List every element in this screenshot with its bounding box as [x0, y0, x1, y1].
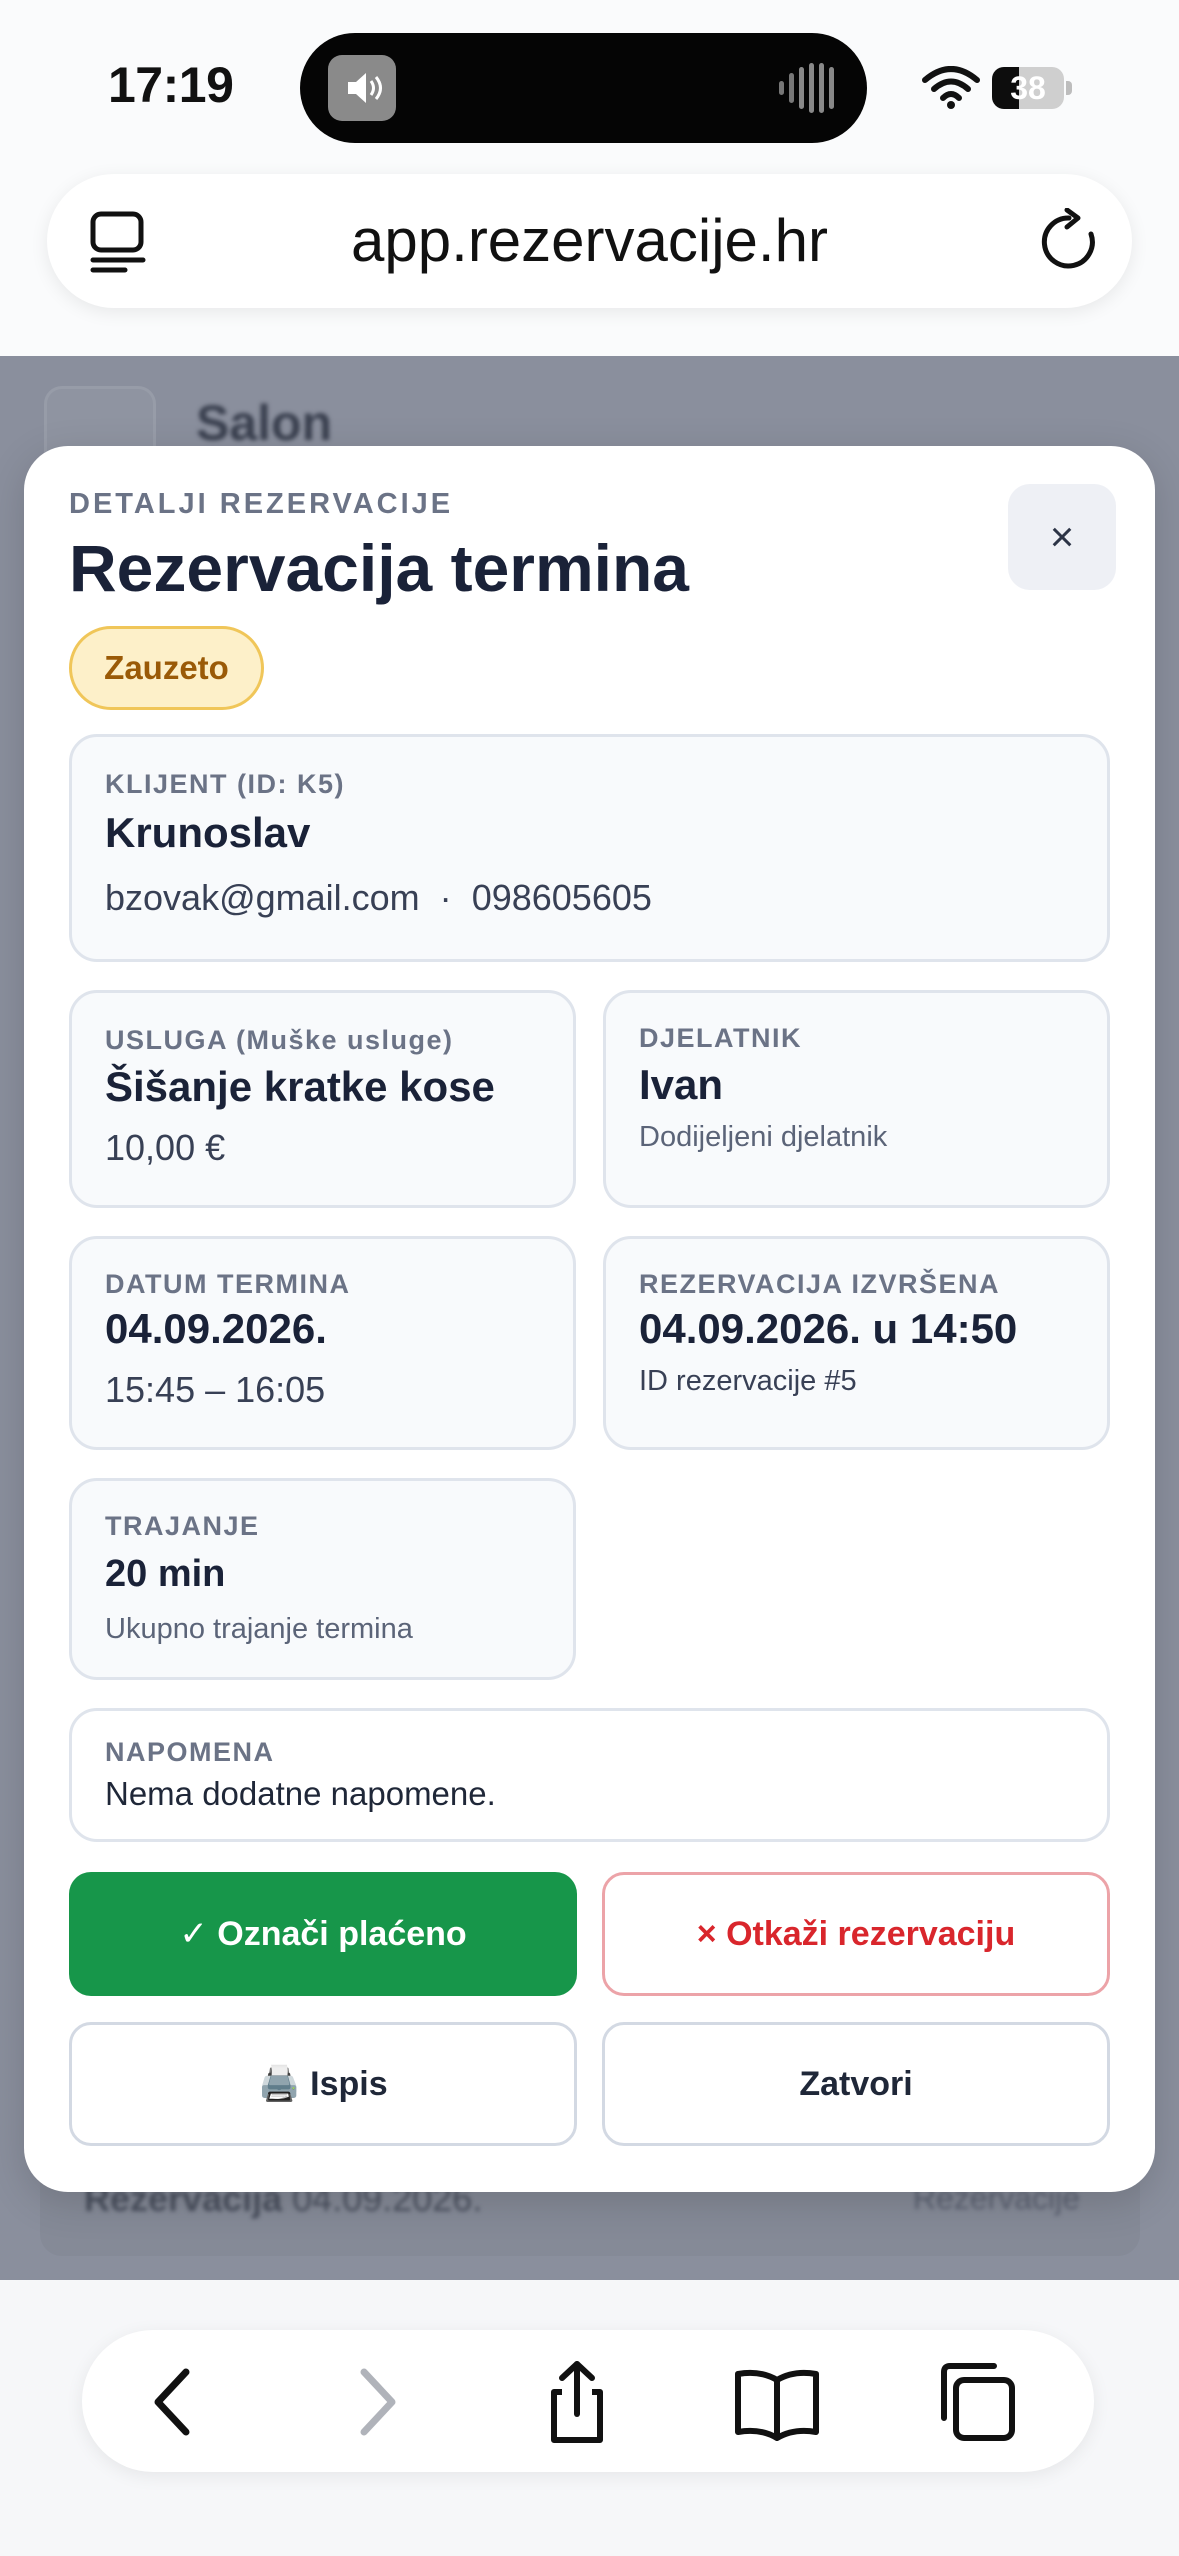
dynamic-island: [300, 33, 867, 143]
client-label: KLIJENT (ID: K5): [105, 769, 345, 799]
duration-label: TRAJANJE: [105, 1511, 260, 1541]
note-text: Nema dodatne napomene.: [105, 1775, 496, 1812]
client-card: KLIJENT (ID: K5) Krunoslav bzovak@gmail.…: [69, 734, 1110, 962]
service-price: 10,00 €: [105, 1127, 226, 1168]
client-email[interactable]: bzovak@gmail.com: [105, 877, 420, 918]
back-icon[interactable]: [130, 2360, 220, 2444]
mark-paid-button[interactable]: ✓ Označi plaćeno: [69, 1872, 577, 1996]
client-contact: bzovak@gmail.com · 098605605: [105, 877, 652, 919]
cancel-booking-button[interactable]: × Otkaži rezervaciju: [602, 1872, 1110, 1996]
appointment-date: 04.09.2026.: [105, 1305, 327, 1352]
duration-value: 20 min: [105, 1553, 226, 1595]
appointment-date-card: DATUM TERMINA 04.09.2026. 15:45 – 16:05: [69, 1236, 576, 1450]
booked-datetime: 04.09.2026. u 14:50: [639, 1305, 1018, 1352]
status-time: 17:19: [108, 57, 234, 113]
worker-name: Ivan: [639, 1061, 724, 1108]
browser-address-area: app.rezervacije.hr: [0, 170, 1179, 356]
worker-card: DJELATNIK Ivan Dodijeljeni djelatnik: [603, 990, 1110, 1208]
status-bar: 17:19 38: [0, 0, 1179, 170]
browser-toolbar: [0, 2280, 1179, 2556]
service-card: USLUGA (Muške usluge) Šišanje kratke kos…: [69, 990, 576, 1208]
toolbar-pill: [82, 2330, 1094, 2472]
reload-icon[interactable]: [1036, 207, 1102, 274]
booking-created-card: REZERVACIJA IZVRŠENA 04.09.2026. u 14:50…: [603, 1236, 1110, 1450]
tabs-icon[interactable]: [932, 2360, 1022, 2444]
service-label: USLUGA (Muške usluge): [105, 1025, 454, 1055]
modal-title: Rezervacija termina: [69, 531, 690, 605]
bookmarks-icon[interactable]: [732, 2360, 822, 2444]
forward-icon[interactable]: [330, 2360, 420, 2444]
booking-id: ID rezervacije #5: [639, 1365, 857, 1397]
note-label: NAPOMENA: [105, 1737, 275, 1767]
booking-details-modal: DETALJI REZERVACIJE Rezervacija termina …: [24, 446, 1155, 2192]
status-badge: Zauzeto: [69, 626, 264, 710]
date-label: DATUM TERMINA: [105, 1269, 351, 1299]
duration-card: TRAJANJE 20 min Ukupno trajanje termina: [69, 1478, 576, 1680]
background-page-title: Salon: [196, 395, 333, 451]
client-phone[interactable]: 098605605: [472, 877, 652, 918]
worker-note: Dodijeljeni djelatnik: [639, 1121, 888, 1153]
address-bar[interactable]: app.rezervacije.hr: [47, 174, 1132, 308]
wifi-icon: [922, 66, 980, 110]
battery-percent: 38: [1010, 70, 1046, 106]
appointment-time-range: 15:45 – 16:05: [105, 1369, 326, 1410]
speaker-icon: [328, 55, 396, 121]
duration-note: Ukupno trajanje termina: [105, 1613, 413, 1645]
service-name: Šišanje kratke kose: [105, 1063, 495, 1110]
contact-separator: ·: [439, 877, 452, 918]
close-icon[interactable]: ×: [1008, 484, 1116, 590]
modal-eyebrow: DETALJI REZERVACIJE: [69, 488, 454, 520]
worker-label: DJELATNIK: [639, 1023, 803, 1053]
share-icon[interactable]: [532, 2360, 622, 2444]
print-button[interactable]: 🖨️ Ispis: [69, 2022, 577, 2146]
close-button[interactable]: Zatvori: [602, 2022, 1110, 2146]
url-text[interactable]: app.rezervacije.hr: [47, 174, 1132, 308]
audio-bars-icon: [775, 55, 841, 121]
booked-label: REZERVACIJA IZVRŠENA: [639, 1269, 1001, 1299]
note-card: NAPOMENA Nema dodatne napomene.: [69, 1708, 1110, 1842]
client-name: Krunoslav: [105, 809, 311, 856]
battery-icon: 38: [992, 67, 1072, 109]
